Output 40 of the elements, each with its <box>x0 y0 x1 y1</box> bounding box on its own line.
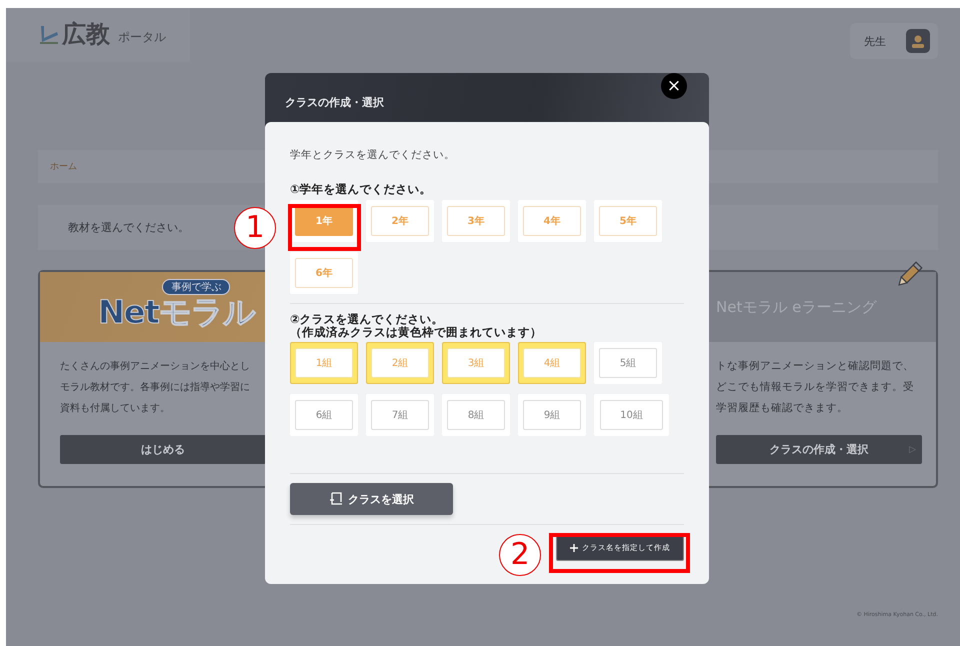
class-icon <box>329 492 343 506</box>
grade-option[interactable]: 5年 <box>599 206 657 236</box>
grade-option[interactable]: 2年 <box>371 206 429 236</box>
description-text: 資料も付属しています。 <box>60 402 170 416</box>
section-heading: ②クラスを選んでください。 <box>290 313 445 326</box>
grade-option[interactable]: 1年 <box>295 206 353 236</box>
plus-icon <box>570 544 578 552</box>
description-text: モラル教材です。各事例には指導や学習に <box>60 380 250 395</box>
class-option[interactable]: 5組 <box>599 348 657 378</box>
section-heading: ①学年を選んでください。 <box>290 182 433 197</box>
class-option[interactable]: 1組 <box>295 348 353 378</box>
description-text: どこでも情報モラルを学習できます。受 <box>716 380 914 395</box>
class-option[interactable]: 2組 <box>371 348 429 378</box>
description-text: 学習履歴も確認できます。 <box>716 401 848 416</box>
grade-option[interactable]: 4年 <box>523 206 581 236</box>
product-logo: 事例で学ぶ Netモラル <box>98 279 255 335</box>
select-class-button[interactable]: クラスを選択 <box>290 483 453 515</box>
class-option[interactable]: 4組 <box>523 348 581 378</box>
class-option[interactable]: 10組 <box>600 400 663 430</box>
grade-option[interactable]: 6年 <box>295 258 353 288</box>
user-menu[interactable]: 先生 <box>850 23 938 59</box>
description-text: たくさんの事例アニメーションを中心とし <box>60 360 250 374</box>
section-heading: （作成済みクラスは黄色枠で囲まれています） <box>290 326 543 339</box>
description-text: トな事例アニメーションと確認問題で、 <box>716 359 914 374</box>
logo-text: 広教 <box>62 19 110 50</box>
breadcrumb-link[interactable]: ホーム <box>50 160 77 173</box>
class-option[interactable]: 3組 <box>447 348 505 378</box>
logo-icon <box>38 23 60 45</box>
class-option[interactable]: 8組 <box>447 400 505 430</box>
user-avatar-icon <box>906 29 930 53</box>
class-option[interactable]: 6組 <box>295 400 353 430</box>
grade-option[interactable]: 3年 <box>447 206 505 236</box>
instruction-text: 教材を選んでください。 <box>68 220 189 235</box>
dialog-instruction: 学年とクラスを選んでください。 <box>290 148 456 162</box>
card-button[interactable]: クラスの作成・選択 ▷ <box>716 435 922 464</box>
class-option[interactable]: 7組 <box>371 400 429 430</box>
card-button[interactable]: はじめる <box>60 435 266 464</box>
logo-subtitle: ポータル <box>118 28 166 46</box>
class-option[interactable]: 9組 <box>523 400 581 430</box>
dialog-title: クラスの作成・選択 <box>285 96 384 109</box>
